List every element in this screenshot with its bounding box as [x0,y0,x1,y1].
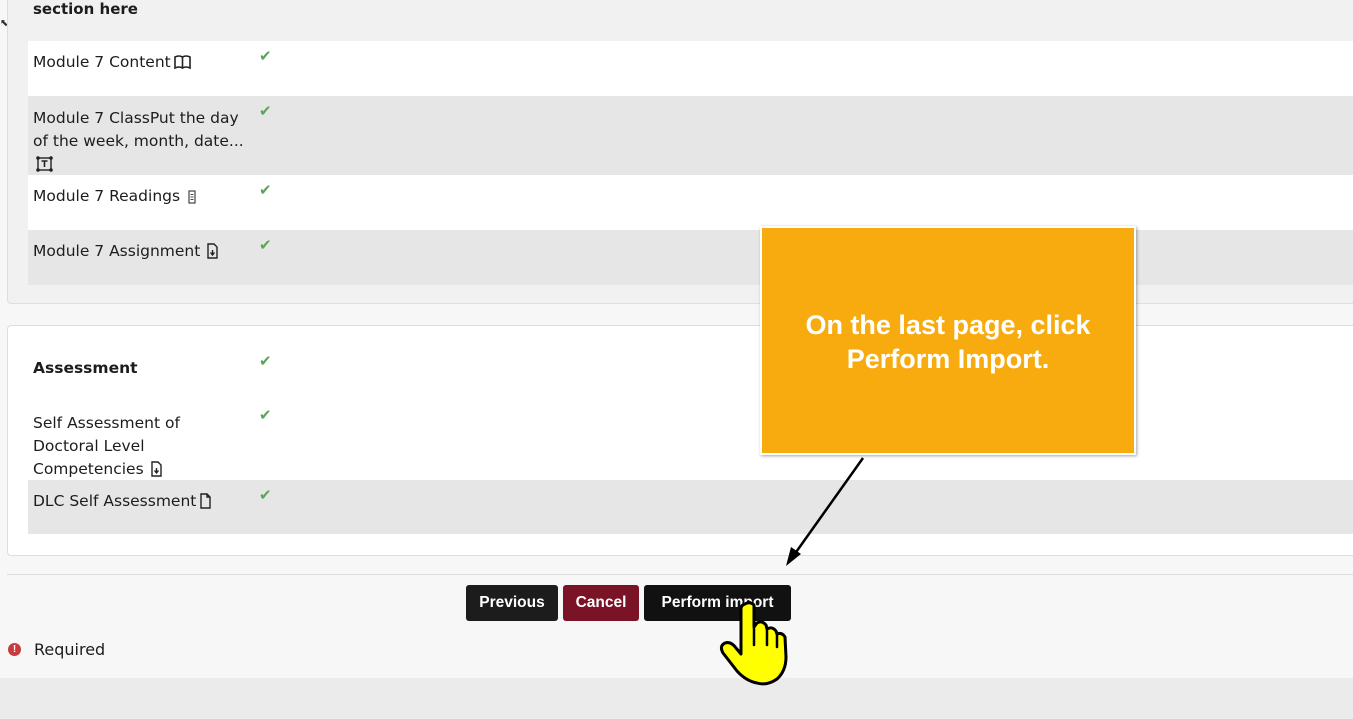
check-icon: ✔ [259,47,272,65]
assessment-section-panel: Assessment ✔ Self Assessment of Doctoral… [7,325,1353,556]
list-item[interactable]: Module 7 Content ✔ [28,41,1353,96]
required-icon: ! [8,643,21,656]
assessment-title: Assessment [33,359,138,377]
section-title: section here [33,0,138,18]
divider [7,574,1353,575]
document-icon [199,493,212,516]
item-label: DLC Self Assessment [33,492,197,510]
item-label: Module 7 Content [33,53,171,71]
book-icon [173,54,191,77]
footer-band [0,678,1353,719]
list-item[interactable]: Module 7 Assignment ✔ [28,230,1353,285]
check-icon: ✔ [259,486,272,504]
item-label: Module 7 ClassPut the day of the week, m… [33,109,244,150]
item-label: Module 7 Assignment [33,242,201,260]
callout-text: On the last page, click Perform Import. [805,310,1091,374]
perform-import-button[interactable]: Perform import [644,585,791,621]
required-note: ! Required [8,640,105,659]
check-icon: ✔ [259,236,272,254]
cancel-button[interactable]: Cancel [563,585,639,621]
file-list-icon [187,188,197,211]
required-label: Required [34,640,106,659]
check-icon: ✔ [259,102,272,120]
list-item[interactable]: Self Assessment of Doctoral Level Compet… [28,401,1353,480]
list-item[interactable]: Module 7 Readings ✔ [28,175,1353,230]
item-label: Module 7 Readings [33,187,181,205]
list-item[interactable]: Assessment ✔ [28,346,1353,401]
list-item[interactable]: Module 7 ClassPut the day of the week, m… [28,96,1353,175]
check-icon: ✔ [259,352,272,370]
upload-document-icon [206,243,219,266]
check-icon: ✔ [259,406,272,424]
tutorial-callout: On the last page, click Perform Import. [760,226,1136,455]
content-section-panel: section here Module 7 Content ✔ Module 7… [7,0,1353,304]
previous-button[interactable]: Previous [466,585,558,621]
list-item[interactable]: DLC Self Assessment ✔ [28,480,1353,534]
check-icon: ✔ [259,181,272,199]
